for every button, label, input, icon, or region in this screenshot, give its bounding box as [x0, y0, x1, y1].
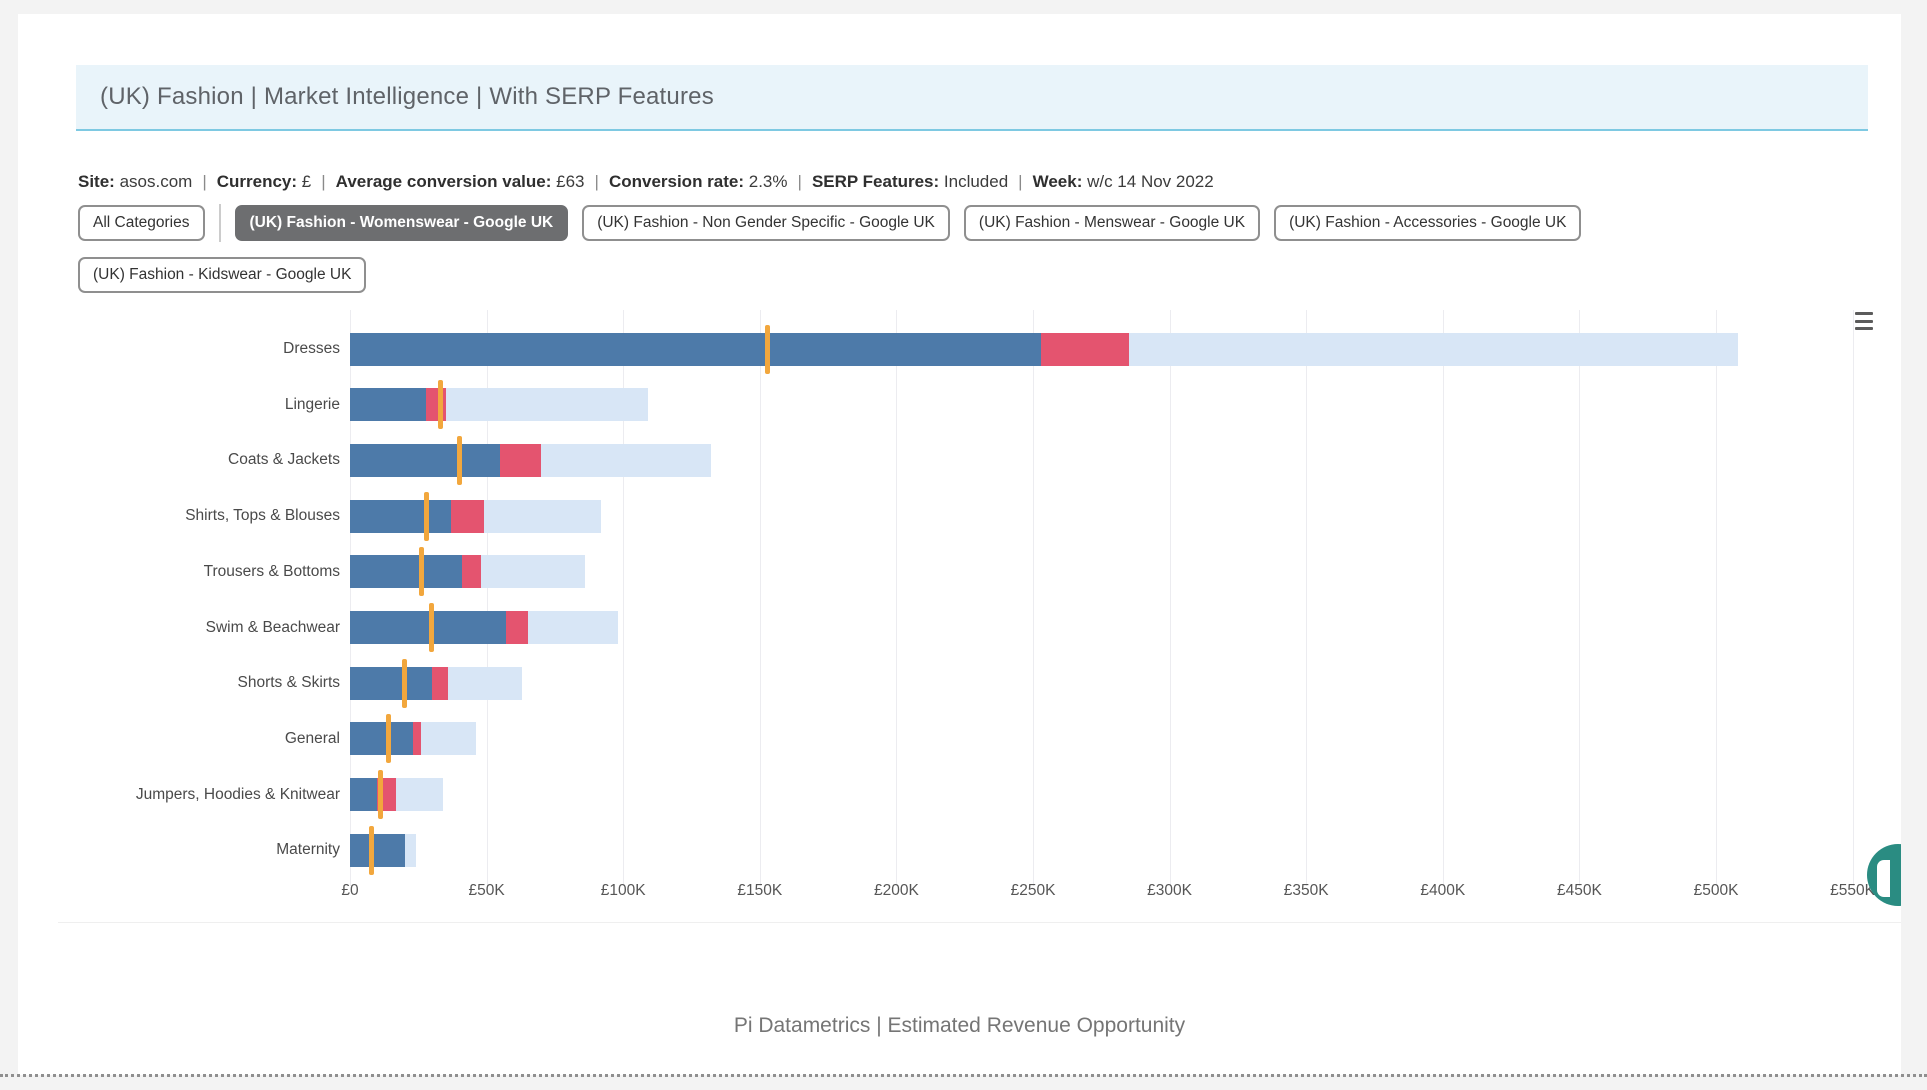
orange-marker[interactable]: [457, 436, 462, 485]
chart-baseline: [58, 922, 1901, 923]
chart-context-menu-icon[interactable]: [1853, 311, 1875, 331]
x-axis-tick-label: £200K: [874, 882, 919, 900]
x-axis-tick-label: £300K: [1147, 882, 1192, 900]
chart-category-labels: Dresses Lingerie Coats & Jackets Shirts, To…: [18, 310, 340, 890]
meta-bar: Site: asos.com | Currency: £ | Average conve…: [78, 172, 1868, 192]
gridline: [1443, 310, 1444, 886]
dark-blue-segment[interactable]: [350, 333, 1041, 366]
meta-separator: |: [595, 172, 599, 191]
light-blue-segment[interactable]: [446, 388, 648, 421]
filter-button[interactable]: (UK) Fashion - Womenswear - Google UK: [235, 205, 569, 241]
pink-segment[interactable]: [426, 388, 445, 421]
report-card: (UK) Fashion | Market Intelligence | Wit…: [18, 14, 1901, 1075]
category-filter-row-2: (UK) Fashion - Kidswear - Google UK: [78, 257, 366, 293]
orange-marker[interactable]: [369, 826, 374, 875]
filter-button[interactable]: (UK) Fashion - Accessories - Google UK: [1274, 205, 1581, 241]
chart-plot-area: £0£50K£100K£150K£200K£250K£300K£350K£400…: [350, 310, 1901, 886]
filter-divider: [219, 204, 221, 242]
orange-marker[interactable]: [429, 603, 434, 652]
category-label: Jumpers, Hoodies & Knitwear: [18, 786, 340, 804]
dark-blue-segment[interactable]: [350, 444, 500, 477]
category-label: General: [18, 730, 340, 748]
x-axis-tick-label: £0: [341, 882, 358, 900]
x-axis-tick-label: £400K: [1420, 882, 1465, 900]
meta-item: SERP Features: Included: [812, 172, 1008, 191]
meta-item: Week: w/c 14 Nov 2022: [1033, 172, 1214, 191]
dark-blue-segment[interactable]: [350, 388, 426, 421]
meta-item: Site: asos.com: [78, 172, 192, 191]
light-blue-segment[interactable]: [484, 500, 601, 533]
filter-button[interactable]: (UK) Fashion - Non Gender Specific - Goo…: [582, 205, 950, 241]
category-label: Shirts, Tops & Blouses: [18, 507, 340, 525]
meta-item: Conversion rate: 2.3%: [609, 172, 788, 191]
pink-segment[interactable]: [506, 611, 528, 644]
dark-blue-segment[interactable]: [350, 667, 432, 700]
light-blue-segment[interactable]: [528, 611, 618, 644]
category-filter-row-1: All Categories (UK) Fashion - Womenswear …: [78, 204, 1581, 242]
light-blue-segment[interactable]: [448, 667, 522, 700]
filter-button[interactable]: (UK) Fashion - Menswear - Google UK: [964, 205, 1260, 241]
light-blue-segment[interactable]: [405, 834, 416, 867]
pink-segment[interactable]: [413, 722, 421, 755]
light-blue-segment[interactable]: [481, 555, 585, 588]
meta-separator: |: [202, 172, 206, 191]
gridline: [896, 310, 897, 886]
category-label: Shorts & Skirts: [18, 674, 340, 692]
gridline: [1033, 310, 1034, 886]
x-axis-tick-label: £150K: [737, 882, 782, 900]
chart-footer-caption: Pi Datametrics | Estimated Revenue Oppor…: [18, 1014, 1901, 1038]
pink-segment[interactable]: [432, 667, 448, 700]
light-blue-segment[interactable]: [1129, 333, 1738, 366]
filter-button[interactable]: All Categories: [78, 205, 205, 241]
x-axis-tick-label: £500K: [1694, 882, 1739, 900]
x-axis-tick-label: £250K: [1011, 882, 1056, 900]
report-header: (UK) Fashion | Market Intelligence | Wit…: [76, 65, 1868, 131]
category-label: Trousers & Bottoms: [18, 563, 340, 581]
category-label: Maternity: [18, 841, 340, 859]
dark-blue-segment[interactable]: [350, 722, 413, 755]
orange-marker[interactable]: [386, 714, 391, 763]
orange-marker[interactable]: [378, 770, 383, 819]
pink-segment[interactable]: [1041, 333, 1128, 366]
category-label: Lingerie: [18, 396, 340, 414]
meta-separator: |: [798, 172, 802, 191]
orange-marker[interactable]: [402, 659, 407, 708]
gridline: [1306, 310, 1307, 886]
category-label: Swim & Beachwear: [18, 619, 340, 637]
meta-item: Currency: £: [217, 172, 312, 191]
dark-blue-segment[interactable]: [350, 834, 405, 867]
pink-segment[interactable]: [500, 444, 541, 477]
dark-blue-segment[interactable]: [350, 611, 506, 644]
x-axis-tick-label: £50K: [468, 882, 504, 900]
dark-blue-segment[interactable]: [350, 500, 451, 533]
x-axis-tick-label: £350K: [1284, 882, 1329, 900]
dark-blue-segment[interactable]: [350, 555, 462, 588]
orange-marker[interactable]: [765, 325, 770, 374]
category-label: Dresses: [18, 340, 340, 358]
gridline: [1853, 310, 1854, 886]
category-label: Coats & Jackets: [18, 451, 340, 469]
orange-marker[interactable]: [424, 492, 429, 541]
orange-marker[interactable]: [419, 547, 424, 596]
light-blue-segment[interactable]: [541, 444, 710, 477]
pink-segment[interactable]: [462, 555, 481, 588]
meta-item: Average conversion value: £63: [336, 172, 585, 191]
light-blue-segment[interactable]: [396, 778, 442, 811]
x-axis-tick-label: £100K: [601, 882, 646, 900]
gridline: [1579, 310, 1580, 886]
gridline: [1170, 310, 1171, 886]
page-title: (UK) Fashion | Market Intelligence | Wit…: [100, 83, 714, 111]
orange-marker[interactable]: [438, 380, 443, 429]
x-axis-tick-label: £450K: [1557, 882, 1602, 900]
light-blue-segment[interactable]: [421, 722, 476, 755]
gridline: [760, 310, 761, 886]
filter-button[interactable]: (UK) Fashion - Kidswear - Google UK: [78, 257, 366, 293]
fab-logo-icon: [1877, 860, 1890, 897]
meta-separator: |: [1018, 172, 1022, 191]
gridline: [1716, 310, 1717, 886]
meta-separator: |: [321, 172, 325, 191]
pink-segment[interactable]: [451, 500, 484, 533]
dark-blue-segment[interactable]: [350, 778, 377, 811]
page-dotted-separator: [0, 1074, 1927, 1077]
